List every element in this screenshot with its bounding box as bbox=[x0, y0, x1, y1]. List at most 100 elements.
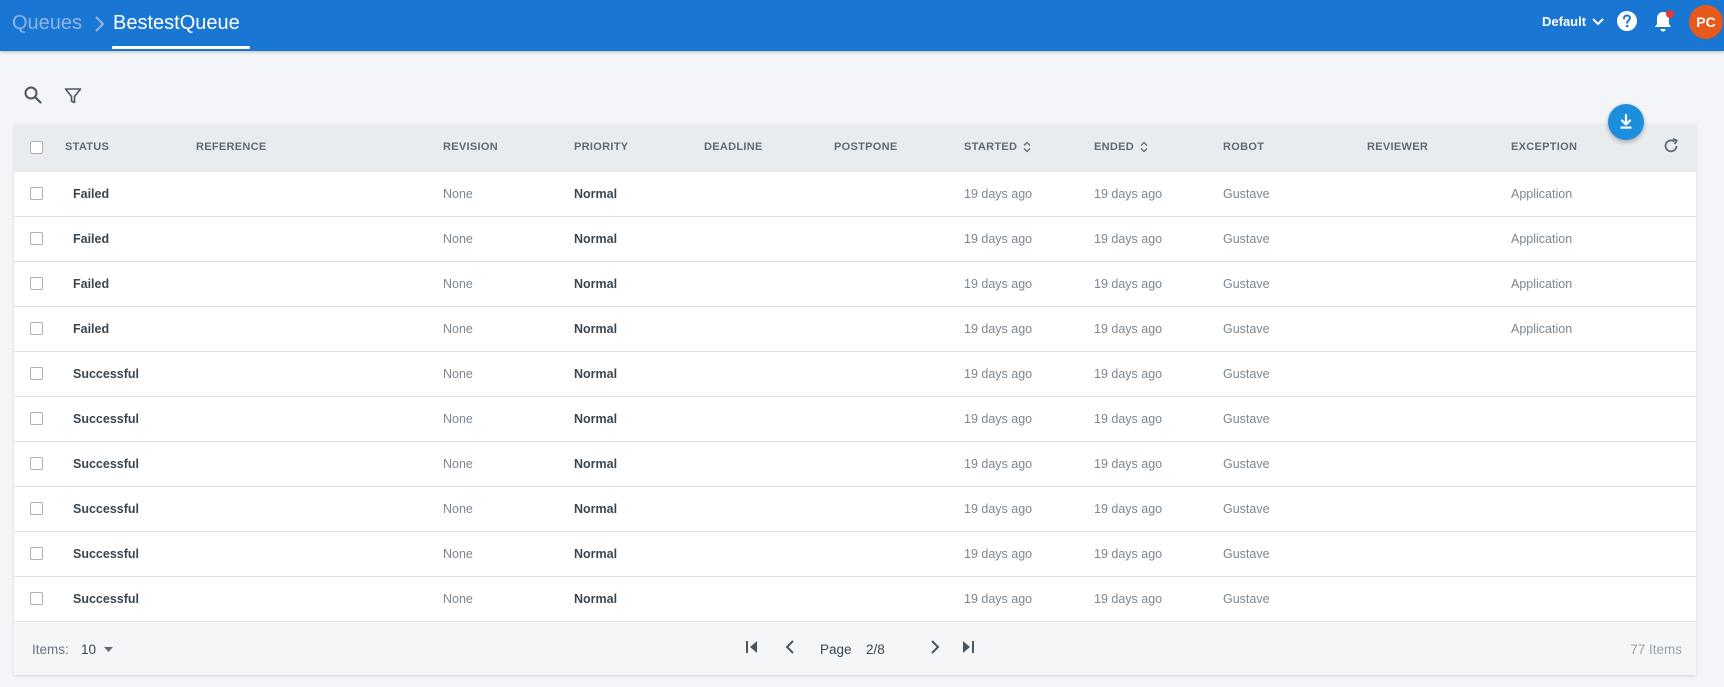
cell-revision: None bbox=[443, 367, 473, 381]
page-label: Page bbox=[820, 642, 852, 657]
table-row[interactable]: Successful None Normal 19 days ago 19 days a… bbox=[14, 577, 1696, 622]
cell-priority: Normal bbox=[574, 457, 618, 471]
cell-revision: None bbox=[443, 187, 473, 201]
cell-priority: Normal bbox=[574, 322, 618, 336]
cell-robot: Gustave bbox=[1223, 457, 1270, 471]
search-icon[interactable] bbox=[24, 86, 42, 104]
cell-robot: Gustave bbox=[1223, 412, 1270, 426]
active-tab-underline bbox=[112, 46, 250, 49]
table-row[interactable]: Successful None Normal 19 days ago 19 days a… bbox=[14, 352, 1696, 397]
cell-ended: 19 days ago bbox=[1094, 187, 1163, 201]
cell-revision: None bbox=[443, 502, 473, 516]
cell-priority: Normal bbox=[574, 412, 618, 426]
column-header-deadline[interactable]: DEADLINE bbox=[704, 141, 763, 153]
top-bar: Queues BestestQueue Default PC bbox=[0, 0, 1724, 51]
row-checkbox[interactable] bbox=[30, 187, 43, 200]
table-row[interactable]: Failed None Normal 19 days ago 19 days ago Gu… bbox=[14, 262, 1696, 307]
filter-icon[interactable] bbox=[64, 87, 82, 105]
row-checkbox[interactable] bbox=[30, 502, 43, 515]
cell-started: 19 days ago bbox=[964, 277, 1033, 291]
cell-robot: Gustave bbox=[1223, 187, 1270, 201]
column-header-started[interactable]: STARTED bbox=[964, 141, 1031, 153]
cell-exception: Application bbox=[1511, 322, 1573, 336]
previous-page-icon[interactable] bbox=[783, 639, 799, 655]
row-checkbox[interactable] bbox=[30, 592, 43, 605]
cell-ended: 19 days ago bbox=[1094, 502, 1163, 516]
cell-priority: Normal bbox=[574, 592, 618, 606]
tenant-selector[interactable]: Default bbox=[1542, 14, 1604, 29]
next-page-icon[interactable] bbox=[926, 639, 942, 655]
cell-priority: Normal bbox=[574, 547, 618, 561]
cell-robot: Gustave bbox=[1223, 592, 1270, 606]
cell-ended: 19 days ago bbox=[1094, 547, 1163, 561]
breadcrumb-current[interactable]: BestestQueue bbox=[113, 12, 240, 35]
select-all-checkbox[interactable] bbox=[30, 141, 43, 154]
last-page-icon[interactable] bbox=[960, 639, 976, 655]
cell-priority: Normal bbox=[574, 232, 618, 246]
table-row[interactable]: Successful None Normal 19 days ago 19 days a… bbox=[14, 397, 1696, 442]
table-row[interactable]: Failed None Normal 19 days ago 19 days ago Gu… bbox=[14, 217, 1696, 262]
column-header-status[interactable]: STATUS bbox=[65, 141, 109, 153]
cell-ended: 19 days ago bbox=[1094, 457, 1163, 471]
cell-exception: Application bbox=[1511, 277, 1573, 291]
cell-robot: Gustave bbox=[1223, 547, 1270, 561]
table-row[interactable]: Failed None Normal 19 days ago 19 days ago Gu… bbox=[14, 307, 1696, 352]
table-row[interactable]: Successful None Normal 19 days ago 19 days a… bbox=[14, 487, 1696, 532]
notification-badge bbox=[1666, 10, 1674, 18]
cell-started: 19 days ago bbox=[964, 322, 1033, 336]
chevron-right-icon bbox=[95, 16, 105, 32]
cell-revision: None bbox=[443, 547, 473, 561]
row-checkbox[interactable] bbox=[30, 412, 43, 425]
user-avatar[interactable]: PC bbox=[1689, 5, 1723, 39]
cell-ended: 19 days ago bbox=[1094, 322, 1163, 336]
column-header-exception[interactable]: EXCEPTION bbox=[1511, 141, 1577, 153]
column-header-postpone[interactable]: POSTPONE bbox=[834, 141, 898, 153]
tenant-label: Default bbox=[1542, 14, 1587, 29]
cell-status: Successful bbox=[73, 547, 140, 561]
grid-footer: Items: 10 Page 2/8 77 Items bbox=[14, 623, 1696, 675]
cell-priority: Normal bbox=[574, 187, 618, 201]
row-checkbox[interactable] bbox=[30, 232, 43, 245]
cell-revision: None bbox=[443, 592, 473, 606]
column-header-reviewer[interactable]: REVIEWER bbox=[1367, 141, 1428, 153]
cell-started: 19 days ago bbox=[964, 367, 1033, 381]
cell-robot: Gustave bbox=[1223, 322, 1270, 336]
cell-exception: Application bbox=[1511, 232, 1573, 246]
column-header-ended[interactable]: ENDED bbox=[1094, 141, 1148, 153]
column-header-priority[interactable]: PRIORITY bbox=[574, 141, 628, 153]
cell-status: Failed bbox=[73, 187, 110, 201]
refresh-icon[interactable] bbox=[1662, 137, 1680, 155]
cell-started: 19 days ago bbox=[964, 457, 1033, 471]
help-circle-icon[interactable] bbox=[1616, 10, 1638, 32]
row-checkbox[interactable] bbox=[30, 277, 43, 290]
cell-started: 19 days ago bbox=[964, 187, 1033, 201]
breadcrumb-queues-link[interactable]: Queues bbox=[12, 12, 82, 35]
items-per-page-select[interactable]: 10 bbox=[81, 642, 114, 657]
download-button[interactable] bbox=[1608, 104, 1644, 140]
cell-status: Successful bbox=[73, 592, 140, 606]
cell-started: 19 days ago bbox=[964, 232, 1033, 246]
cell-status: Failed bbox=[73, 322, 110, 336]
cell-started: 19 days ago bbox=[964, 502, 1033, 516]
cell-status: Successful bbox=[73, 457, 140, 471]
queue-items-grid: STATUS REFERENCE REVISION PRIORITY DEADL… bbox=[14, 124, 1696, 675]
cell-status: Successful bbox=[73, 502, 140, 516]
cell-started: 19 days ago bbox=[964, 412, 1033, 426]
table-row[interactable]: Failed None Normal 19 days ago 19 days ago Gu… bbox=[14, 172, 1696, 217]
column-header-revision[interactable]: REVISION bbox=[443, 141, 498, 153]
column-header-reference[interactable]: REFERENCE bbox=[196, 141, 267, 153]
cell-priority: Normal bbox=[574, 502, 618, 516]
first-page-icon[interactable] bbox=[744, 639, 760, 655]
total-items-count: 77 Items bbox=[1630, 642, 1682, 657]
row-checkbox[interactable] bbox=[30, 457, 43, 470]
row-checkbox[interactable] bbox=[30, 547, 43, 560]
cell-priority: Normal bbox=[574, 277, 618, 291]
table-row[interactable]: Successful None Normal 19 days ago 19 days a… bbox=[14, 532, 1696, 577]
table-row[interactable]: Successful None Normal 19 days ago 19 days a… bbox=[14, 442, 1696, 487]
sort-icon bbox=[1140, 141, 1148, 153]
column-header-robot[interactable]: ROBOT bbox=[1223, 141, 1264, 153]
cell-revision: None bbox=[443, 412, 473, 426]
row-checkbox[interactable] bbox=[30, 367, 43, 380]
cell-started: 19 days ago bbox=[964, 547, 1033, 561]
row-checkbox[interactable] bbox=[30, 322, 43, 335]
